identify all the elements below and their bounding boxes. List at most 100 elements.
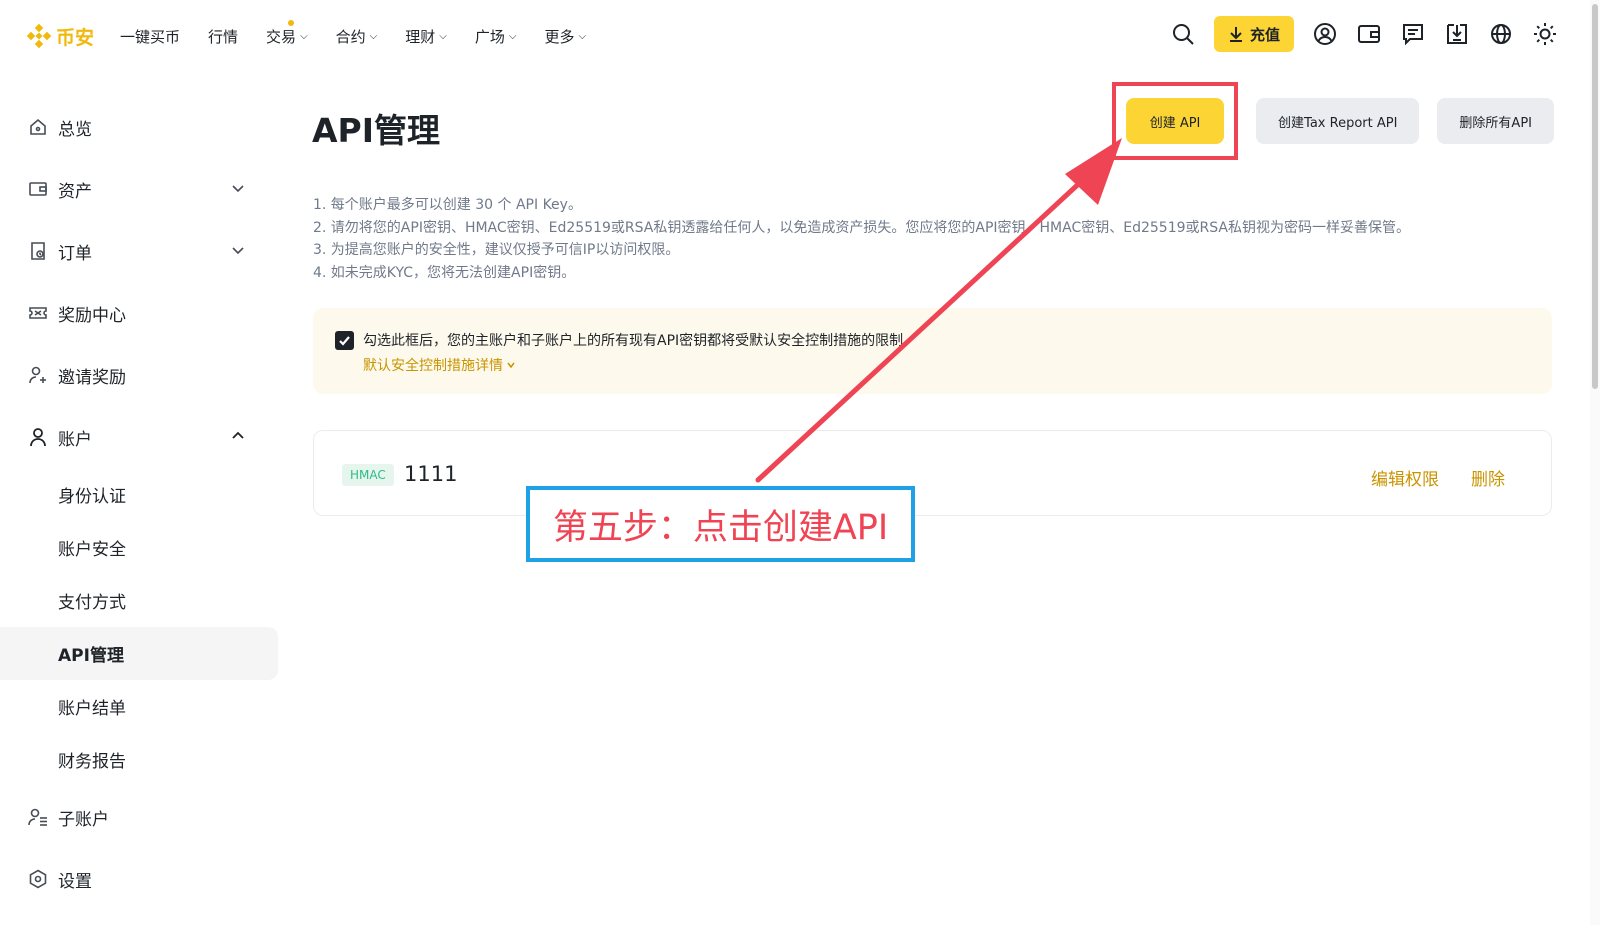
sidebar-item-identity[interactable]: 身份认证: [0, 468, 278, 521]
home-icon: [28, 117, 48, 137]
edit-permissions-link[interactable]: 编辑权限: [1371, 465, 1439, 490]
sidebar-item-label: 账户结单: [58, 699, 126, 719]
download-icon[interactable]: [1444, 21, 1470, 47]
sidebar-item-label: 邀请奖励: [58, 367, 126, 388]
api-key-name: 1111: [404, 462, 458, 486]
user-plus-icon: [28, 365, 48, 385]
nav-square[interactable]: 广场 ⌵: [475, 26, 517, 47]
wallet-icon[interactable]: [1356, 21, 1382, 47]
create-api-highlight: 创建 API: [1112, 82, 1239, 160]
sidebar-item-settings[interactable]: 设置: [0, 848, 278, 910]
note-line: 2. 请勿将您的API密钥、HMAC密钥、Ed25519或RSA私钥透露给任何人…: [313, 219, 1410, 236]
sidebar-item-label: 账户: [58, 429, 92, 450]
deposit-label: 充值: [1249, 25, 1280, 44]
sub-account-icon: [28, 807, 48, 827]
chevron-down-icon: [507, 362, 515, 369]
binance-logo-icon: [26, 23, 52, 49]
notice-text: 勾选此框后，您的主账户和子账户上的所有现有API密钥都将受默认安全控制措施的限制…: [363, 333, 918, 349]
note-line: 1. 每个账户最多可以创建 30 个 API Key。: [313, 197, 582, 213]
nav-earn[interactable]: 理财 ⌵: [405, 26, 447, 47]
scrollbar[interactable]: [1590, 0, 1600, 925]
sidebar-item-label: 订单: [58, 243, 92, 264]
binance-logo[interactable]: 币安: [26, 23, 94, 50]
sidebar-item-statements[interactable]: 账户结单: [0, 680, 278, 733]
sidebar-item-label: 设置: [58, 871, 92, 892]
sun-icon[interactable]: [1532, 21, 1558, 47]
nav-label: 更多: [544, 27, 575, 46]
deposit-button[interactable]: 充值: [1213, 16, 1294, 52]
default-security-checkbox[interactable]: [335, 331, 354, 350]
create-api-button[interactable]: 创建 API: [1126, 98, 1225, 144]
nav-right-tools: 充值: [1152, 16, 1558, 52]
globe-icon[interactable]: [1488, 21, 1514, 47]
chevron-down-icon: ⌵: [578, 30, 587, 42]
message-icon[interactable]: [1400, 21, 1426, 47]
sidebar: 总览 资产 订单 奖励中心 邀请奖励 账户 身份认证 账户安全 支付方式 API…: [0, 96, 278, 910]
chevron-down-icon: [232, 247, 244, 255]
nav-label: 合约: [335, 27, 366, 46]
sidebar-item-label: 支付方式: [58, 593, 126, 613]
download-arrow-icon: [1229, 27, 1242, 42]
sidebar-item-referral[interactable]: 邀请奖励: [0, 344, 278, 406]
scrollbar-thumb[interactable]: [1592, 4, 1598, 389]
sidebar-item-label: 账户安全: [58, 540, 126, 560]
sidebar-item-rewards[interactable]: 奖励中心: [0, 282, 278, 344]
nav-label: 广场: [474, 27, 505, 46]
ticket-icon: [28, 303, 48, 323]
logo-text: 币安: [56, 26, 95, 49]
chevron-down-icon: ⌵: [300, 30, 308, 42]
chevron-down-icon: ⌵: [439, 30, 447, 42]
nav-trade[interactable]: 交易 ⌵: [266, 19, 308, 47]
sidebar-item-label: 总览: [58, 119, 92, 140]
sidebar-item-label: API管理: [58, 646, 124, 666]
top-navigation: 币安 一键买币 行情 交易 ⌵ 合约 ⌵ 理财 ⌵ 广场 ⌵ 更多 ⌵ 充值: [0, 0, 1590, 72]
nav-label: 一键买币: [120, 27, 181, 46]
nav-buy-crypto[interactable]: 一键买币: [120, 26, 180, 47]
page-title: API管理: [312, 111, 441, 150]
sidebar-item-sub-account[interactable]: 子账户: [0, 786, 278, 848]
sidebar-item-assets[interactable]: 资产: [0, 158, 278, 220]
note-line: 3. 为提高您账户的安全性，建议仅授予可信IP以访问权限。: [313, 242, 680, 258]
nav-label: 行情: [208, 27, 239, 46]
api-key-card: HMAC 1111 编辑权限 删除: [313, 430, 1552, 516]
sidebar-item-label: 财务报告: [58, 752, 126, 772]
sidebar-item-label: 资产: [58, 181, 92, 202]
delete-all-api-button[interactable]: 删除所有API: [1437, 98, 1554, 144]
chevron-down-icon: ⌵: [508, 30, 517, 42]
note-line: 4. 如未完成KYC，您将无法创建API密钥。: [313, 264, 576, 281]
settings-icon: [28, 869, 48, 889]
user-icon[interactable]: [1312, 21, 1338, 47]
user-icon: [28, 427, 48, 447]
nav-futures[interactable]: 合约 ⌵: [336, 26, 378, 47]
sidebar-item-security[interactable]: 账户安全: [0, 521, 278, 574]
chevron-down-icon: ⌵: [369, 30, 378, 42]
wallet-icon: [28, 179, 48, 199]
nav-more[interactable]: 更多 ⌵: [544, 26, 586, 47]
step-annotation: 第五步：点击创建API: [526, 486, 915, 562]
api-type-badge: HMAC: [342, 464, 394, 486]
nav-label: 交易: [266, 27, 297, 46]
api-notes: 1. 每个账户最多可以创建 30 个 API Key。 2. 请勿将您的API密…: [313, 194, 1410, 284]
chevron-up-icon: [232, 431, 244, 439]
security-details-label: 默认安全控制措施详情: [363, 358, 503, 374]
notification-dot: [287, 19, 294, 26]
security-notice: 勾选此框后，您的主账户和子账户上的所有现有API密钥都将受默认安全控制措施的限制…: [313, 308, 1552, 394]
search-icon[interactable]: [1170, 21, 1196, 47]
sidebar-item-financial-reports[interactable]: 财务报告: [0, 733, 278, 786]
chevron-down-icon: [232, 185, 244, 193]
create-tax-report-api-button[interactable]: 创建Tax Report API: [1256, 98, 1420, 144]
sidebar-item-overview[interactable]: 总览: [0, 96, 278, 158]
nav-markets[interactable]: 行情: [208, 26, 238, 47]
sidebar-item-payment[interactable]: 支付方式: [0, 574, 278, 627]
sidebar-item-api-management[interactable]: API管理: [0, 627, 278, 680]
sidebar-item-orders[interactable]: 订单: [0, 220, 278, 282]
delete-api-link[interactable]: 删除: [1471, 465, 1505, 490]
security-details-link[interactable]: 默认安全控制措施详情: [363, 355, 516, 375]
order-icon: [28, 241, 48, 261]
check-icon: [339, 336, 350, 346]
sidebar-item-label: 奖励中心: [58, 305, 126, 326]
sidebar-item-account[interactable]: 账户: [0, 406, 278, 468]
sidebar-item-label: 身份认证: [58, 487, 126, 507]
nav-label: 理财: [405, 27, 436, 46]
api-action-buttons: 创建 API 创建Tax Report API 删除所有API: [1112, 82, 1554, 160]
